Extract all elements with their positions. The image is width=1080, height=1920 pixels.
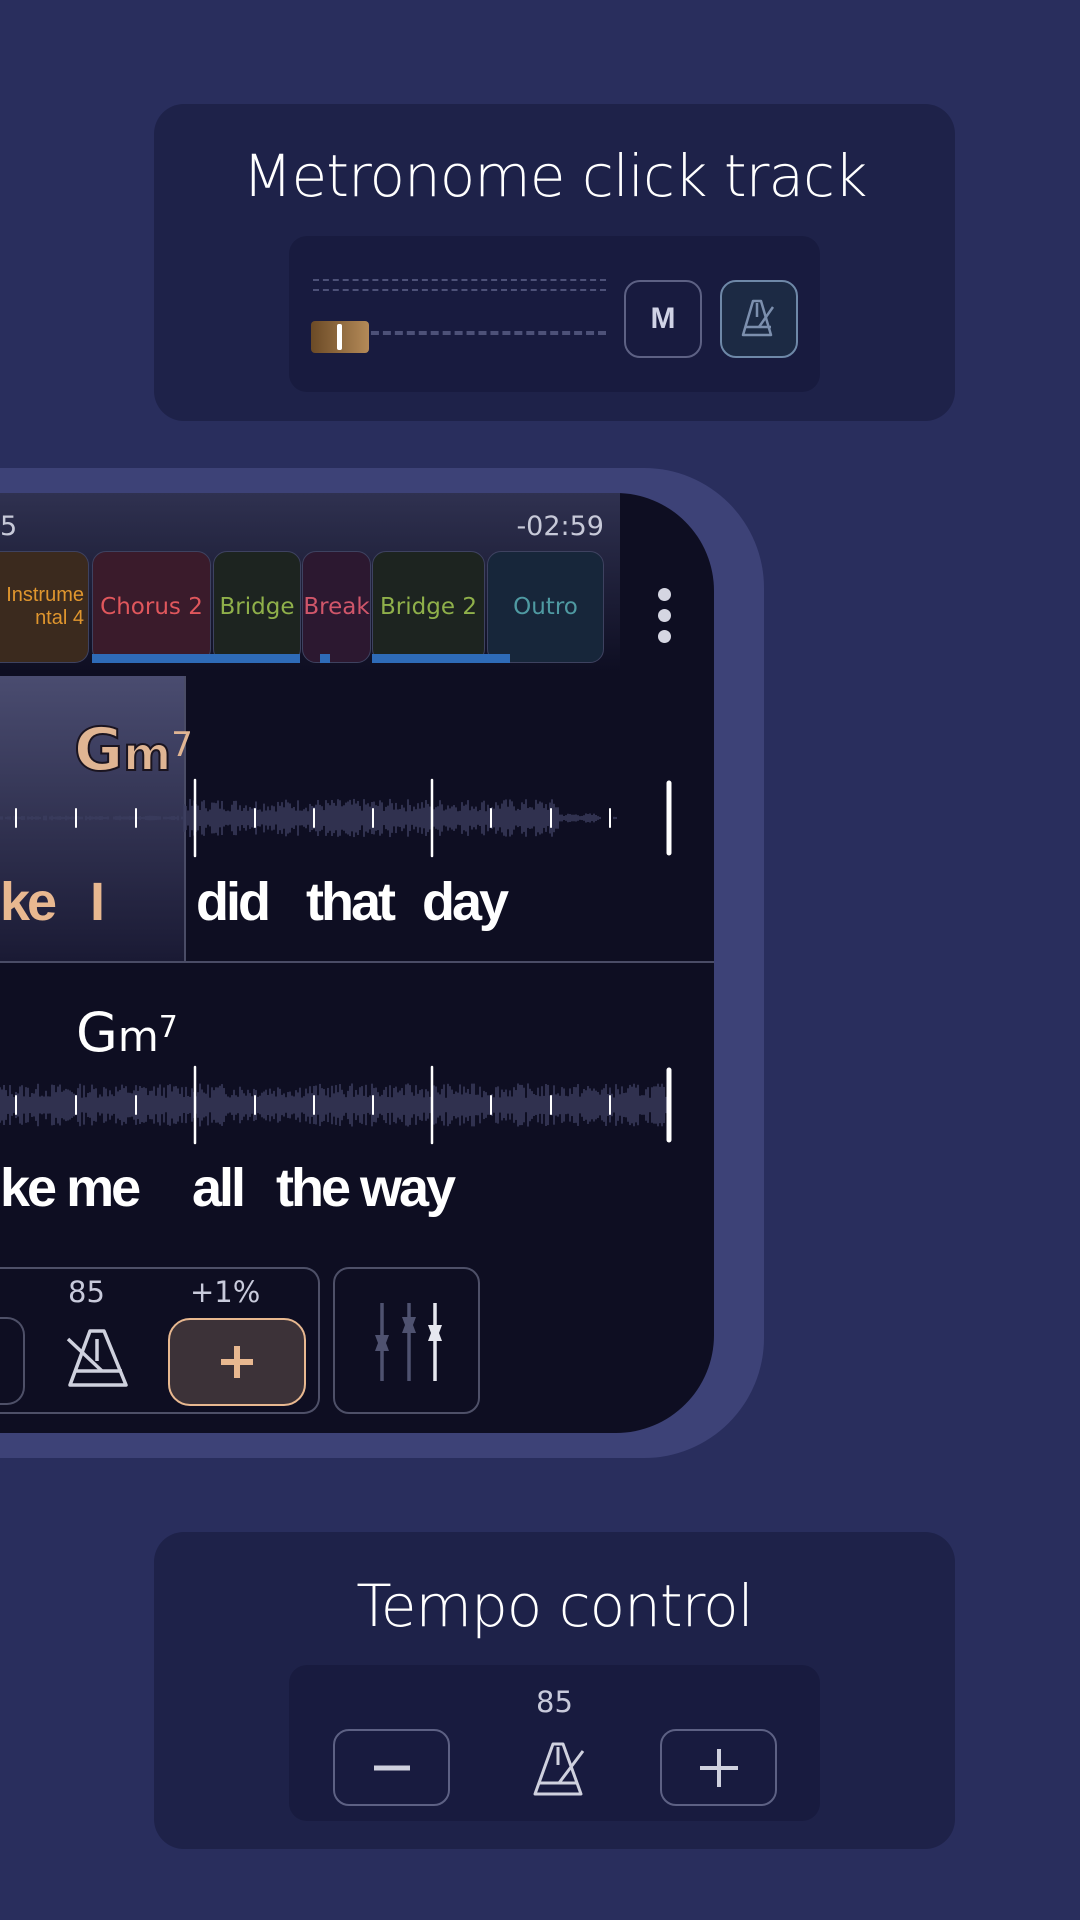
lyric-word: the way — [276, 1158, 456, 1218]
tempo-plus-button[interactable] — [660, 1729, 777, 1806]
tempo-bpm: 85 — [536, 1685, 573, 1719]
section-marker — [372, 654, 510, 663]
section-tab[interactable]: Bridge 2 — [372, 551, 485, 663]
chord-gm7-active: Gm7 — [73, 714, 193, 786]
lyric-word-sung: ke — [0, 872, 57, 932]
tempo-minus-button[interactable] — [333, 1729, 450, 1806]
card-title: Metronome click track — [242, 142, 867, 210]
minus-icon — [373, 1765, 410, 1770]
section-tab[interactable]: Bridge — [213, 551, 301, 663]
mute-label: M — [650, 302, 676, 335]
chord-gm7: Gm7 — [76, 1001, 178, 1064]
card-title: Tempo control — [356, 1572, 754, 1640]
tempo-bpm: 85 — [68, 1275, 105, 1309]
section-tab-label: Instrumental 4 — [6, 584, 84, 629]
mute-button[interactable]: M — [624, 280, 702, 358]
metronome-panel: M — [289, 236, 820, 392]
section-tab[interactable]: Break — [302, 551, 371, 663]
section-tab-label: Outro — [513, 594, 578, 620]
plus-icon — [221, 1346, 253, 1378]
level-meter-line — [313, 279, 606, 281]
lyric-word: did — [196, 872, 271, 932]
tempo-change: +1% — [190, 1275, 261, 1309]
section-tab-label: Bridge 2 — [380, 594, 477, 620]
section-marker — [320, 654, 330, 663]
section-marker — [92, 654, 300, 663]
more-vertical-icon[interactable] — [658, 588, 672, 643]
tempo-control-group: 85 +1% — [0, 1267, 320, 1414]
metronome-icon — [741, 299, 775, 337]
level-meter-line — [313, 289, 606, 291]
metronome-click-track-card: Metronome click track M — [154, 104, 955, 421]
lyric-word: ke me — [0, 1158, 141, 1218]
elapsed-time: 5 — [0, 511, 18, 542]
metronome-icon — [533, 1742, 585, 1796]
line-divider — [0, 961, 714, 963]
mixer-button[interactable] — [333, 1267, 480, 1414]
volume-slider-thumb[interactable] — [311, 321, 369, 353]
section-tab-label: Bridge — [219, 594, 295, 620]
remaining-time: -02:59 — [516, 511, 604, 542]
tempo-panel: 85 — [289, 1665, 820, 1821]
section-tab-label: Chorus 2 — [100, 594, 203, 620]
tempo-minus-button[interactable] — [0, 1317, 25, 1405]
mixer-sliders-icon — [374, 1302, 442, 1381]
tempo-plus-button[interactable] — [168, 1318, 306, 1406]
metronome-toggle-button[interactable] — [720, 280, 798, 358]
lyric-word-sung: I — [90, 872, 105, 932]
player-screen: 5 -02:59 Instrumental 4 Chorus 2 Bridge Bre… — [0, 493, 714, 1433]
plus-icon — [699, 1748, 738, 1787]
volume-slider-track[interactable] — [359, 331, 606, 335]
tempo-control-card: Tempo control 85 — [154, 1532, 955, 1849]
lyric-word: all — [192, 1158, 246, 1218]
lyric-word: day — [422, 872, 509, 932]
section-tab-label: Break — [303, 594, 370, 620]
metronome-off-icon[interactable] — [64, 1327, 132, 1391]
lyric-word: that — [306, 872, 396, 932]
section-tab[interactable]: Chorus 2 — [92, 551, 211, 663]
section-tab[interactable]: Instrumental 4 — [0, 551, 89, 663]
section-tab[interactable]: Outro — [487, 551, 604, 663]
